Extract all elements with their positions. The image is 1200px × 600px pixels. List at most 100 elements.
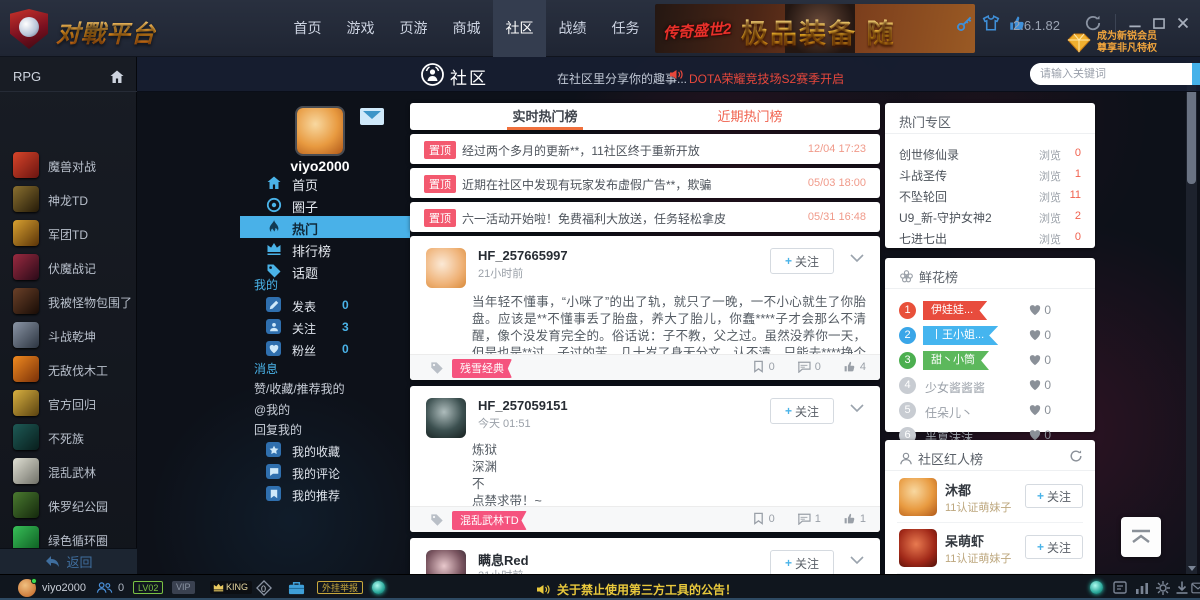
messages-likes-item[interactable]: 赞/收藏/推荐我的 [254,380,345,397]
my-fans-row[interactable]: 粉丝 0 [240,339,410,360]
game-item[interactable]: 伏魔战记 [0,250,137,284]
game-item[interactable]: 军团TD [0,216,137,250]
hot-zone-row[interactable]: 斗战圣传浏览1 [885,164,1095,185]
search-button[interactable] [1192,63,1200,85]
chevron-down-icon[interactable] [850,556,864,565]
post-avatar[interactable] [426,248,466,288]
like-count[interactable]: 4 [843,360,866,373]
my-favorites-row[interactable]: 我的收藏 [240,440,410,461]
messages-replies-item[interactable]: 回复我的 [254,421,302,438]
my-posts-row[interactable]: 发表 0 [240,295,410,316]
comment-count[interactable]: 0 [797,361,821,373]
hot-zone-row[interactable]: 七进七出浏览0 [885,227,1095,248]
orb-icon[interactable] [372,581,385,594]
tab-home[interactable]: 首页 [281,0,334,57]
like-count[interactable]: 1 [843,512,866,525]
follow-button[interactable]: 关注 [1025,535,1083,559]
tab-community[interactable]: 社区 [493,0,546,57]
community-nav-home[interactable]: 首页 [240,172,410,194]
membership-banner[interactable]: 成为新锐会员 尊享非凡特权 [1066,28,1200,57]
community-nav-rankings[interactable]: 排行榜 [240,238,410,260]
report-note-icon[interactable] [1112,580,1128,596]
messages-mentions-item[interactable]: @我的 [254,401,290,418]
mail-icon[interactable] [1191,580,1200,596]
tab-tasks[interactable]: 任务 [599,0,652,57]
tab-webgames[interactable]: 页游 [387,0,440,57]
flower-rank-row[interactable]: 3 甜丶小筒 0 [885,350,1095,374]
key-icon[interactable] [956,14,974,32]
post-username[interactable]: HF_257059151 [478,398,568,413]
flower-rank-row[interactable]: 4 少女酱酱酱 0 [885,375,1095,399]
collect-icon [752,360,765,373]
pinned-post[interactable]: 置顶 经过两个多月的更新**，11社区终于重新开放 12/04 17:23 [410,134,880,164]
friends-icon[interactable] [96,581,113,595]
follow-button[interactable]: 关注 [1025,484,1083,508]
gear-icon[interactable] [1155,580,1171,596]
hot-zone-row[interactable]: 创世修仙录浏览0 [885,143,1095,164]
favorite-count[interactable]: 0 [752,360,775,373]
tab-records[interactable]: 战绩 [546,0,599,57]
back-button[interactable]: 返回 [0,548,137,574]
game-item[interactable]: 不死族 [0,420,137,454]
follow-button[interactable]: 关注 [770,248,834,274]
level-badge[interactable]: LV02 [133,581,163,594]
game-item[interactable]: 神龙TD [0,182,137,216]
flower-rank-row[interactable]: 2 丨王小姐... 0 [885,325,1095,349]
flower-rank-row[interactable]: 5 任朵儿丶 0 [885,400,1095,424]
post-tag[interactable]: 残雪经典 [452,359,512,378]
game-item[interactable]: 侏罗纪公园 [0,488,137,522]
celebrity-row[interactable]: 沐都 11认证萌妹子 关注 [885,472,1095,522]
tab-games[interactable]: 游戏 [334,0,387,57]
profile-avatar[interactable] [297,108,343,154]
celebrity-avatar[interactable] [899,529,937,567]
game-item[interactable]: 魔兽对战 [0,148,137,182]
tab-mall[interactable]: 商城 [440,0,493,57]
comment-count[interactable]: 1 [797,513,821,525]
vertical-scrollbar[interactable] [1186,60,1197,574]
orb-icon[interactable] [1090,581,1103,594]
my-following-row[interactable]: 关注 3 [240,317,410,338]
my-recommendations-row[interactable]: 我的推荐 [240,484,410,505]
search-input[interactable] [1030,63,1192,85]
stats-chart-icon[interactable] [1134,580,1150,596]
game-item[interactable]: 斗战乾坤 [0,318,137,352]
follow-button[interactable]: 关注 [770,550,834,576]
scrollbar-down-arrow[interactable] [1188,566,1196,571]
home-icon[interactable] [109,69,125,85]
post-avatar[interactable] [426,398,466,438]
celebrity-row[interactable]: 呆萌虾 11认证萌妹子 关注 [885,523,1095,573]
wardrobe-icon[interactable] [982,14,1000,32]
chevron-down-icon[interactable] [850,254,864,263]
game-item[interactable]: 官方回归 [0,386,137,420]
game-item[interactable]: 我被怪物包围了 [0,284,137,318]
pinned-post[interactable]: 置顶 近期在社区中发现有玩家发布虚假广告**，欺骗 05/03 18:00 [410,168,880,198]
hot-zone-row[interactable]: 不坠轮回浏览11 [885,185,1095,206]
post-tag[interactable]: 混乱武林TD [452,511,527,530]
post-username[interactable]: HF_257665997 [478,248,568,263]
report-badge[interactable]: 外挂举报 [317,581,363,594]
game-item[interactable]: 混乱武林 [0,454,137,488]
chevron-down-icon[interactable] [850,404,864,413]
favorite-count[interactable]: 0 [752,512,775,525]
statusbar-username[interactable]: viyo2000 [42,582,86,594]
tab-realtime-hot[interactable]: 实时热门榜 [445,103,645,130]
mail-icon[interactable] [360,108,384,125]
download-icon[interactable] [1174,580,1190,596]
follow-button[interactable]: 关注 [770,398,834,424]
refresh-icon[interactable] [1069,449,1083,463]
flower-rank-row[interactable]: 1 伊娃娃... 0 [885,300,1095,324]
vip-badge[interactable]: VIP [172,581,195,594]
community-announcement[interactable]: DOTA荣耀竞技场S2赛季开启 [689,70,844,87]
community-nav-circles[interactable]: 圈子 [240,194,410,216]
my-comments-row[interactable]: 我的评论 [240,462,410,483]
briefcase-icon[interactable] [288,581,305,595]
scroll-to-top-button[interactable] [1121,517,1161,557]
ad-banner[interactable]: 传奇盛世2 极品装备 随 [655,4,975,53]
statusbar-announcement[interactable]: 关于禁止使用第三方工具的公告！ [536,581,737,598]
pinned-post[interactable]: 置顶 六一活动开始啦！免费福利大放送，任务轻松拿皮 05/31 16:48 [410,202,880,232]
game-item[interactable]: 无敌伐木工 [0,352,137,386]
community-nav-hot[interactable]: 热门 [240,216,410,238]
tab-recent-hot[interactable]: 近期热门榜 [650,103,850,130]
celebrity-avatar[interactable] [899,478,937,516]
hot-zone-row[interactable]: U9_新-守护女神2浏览2 [885,206,1095,227]
